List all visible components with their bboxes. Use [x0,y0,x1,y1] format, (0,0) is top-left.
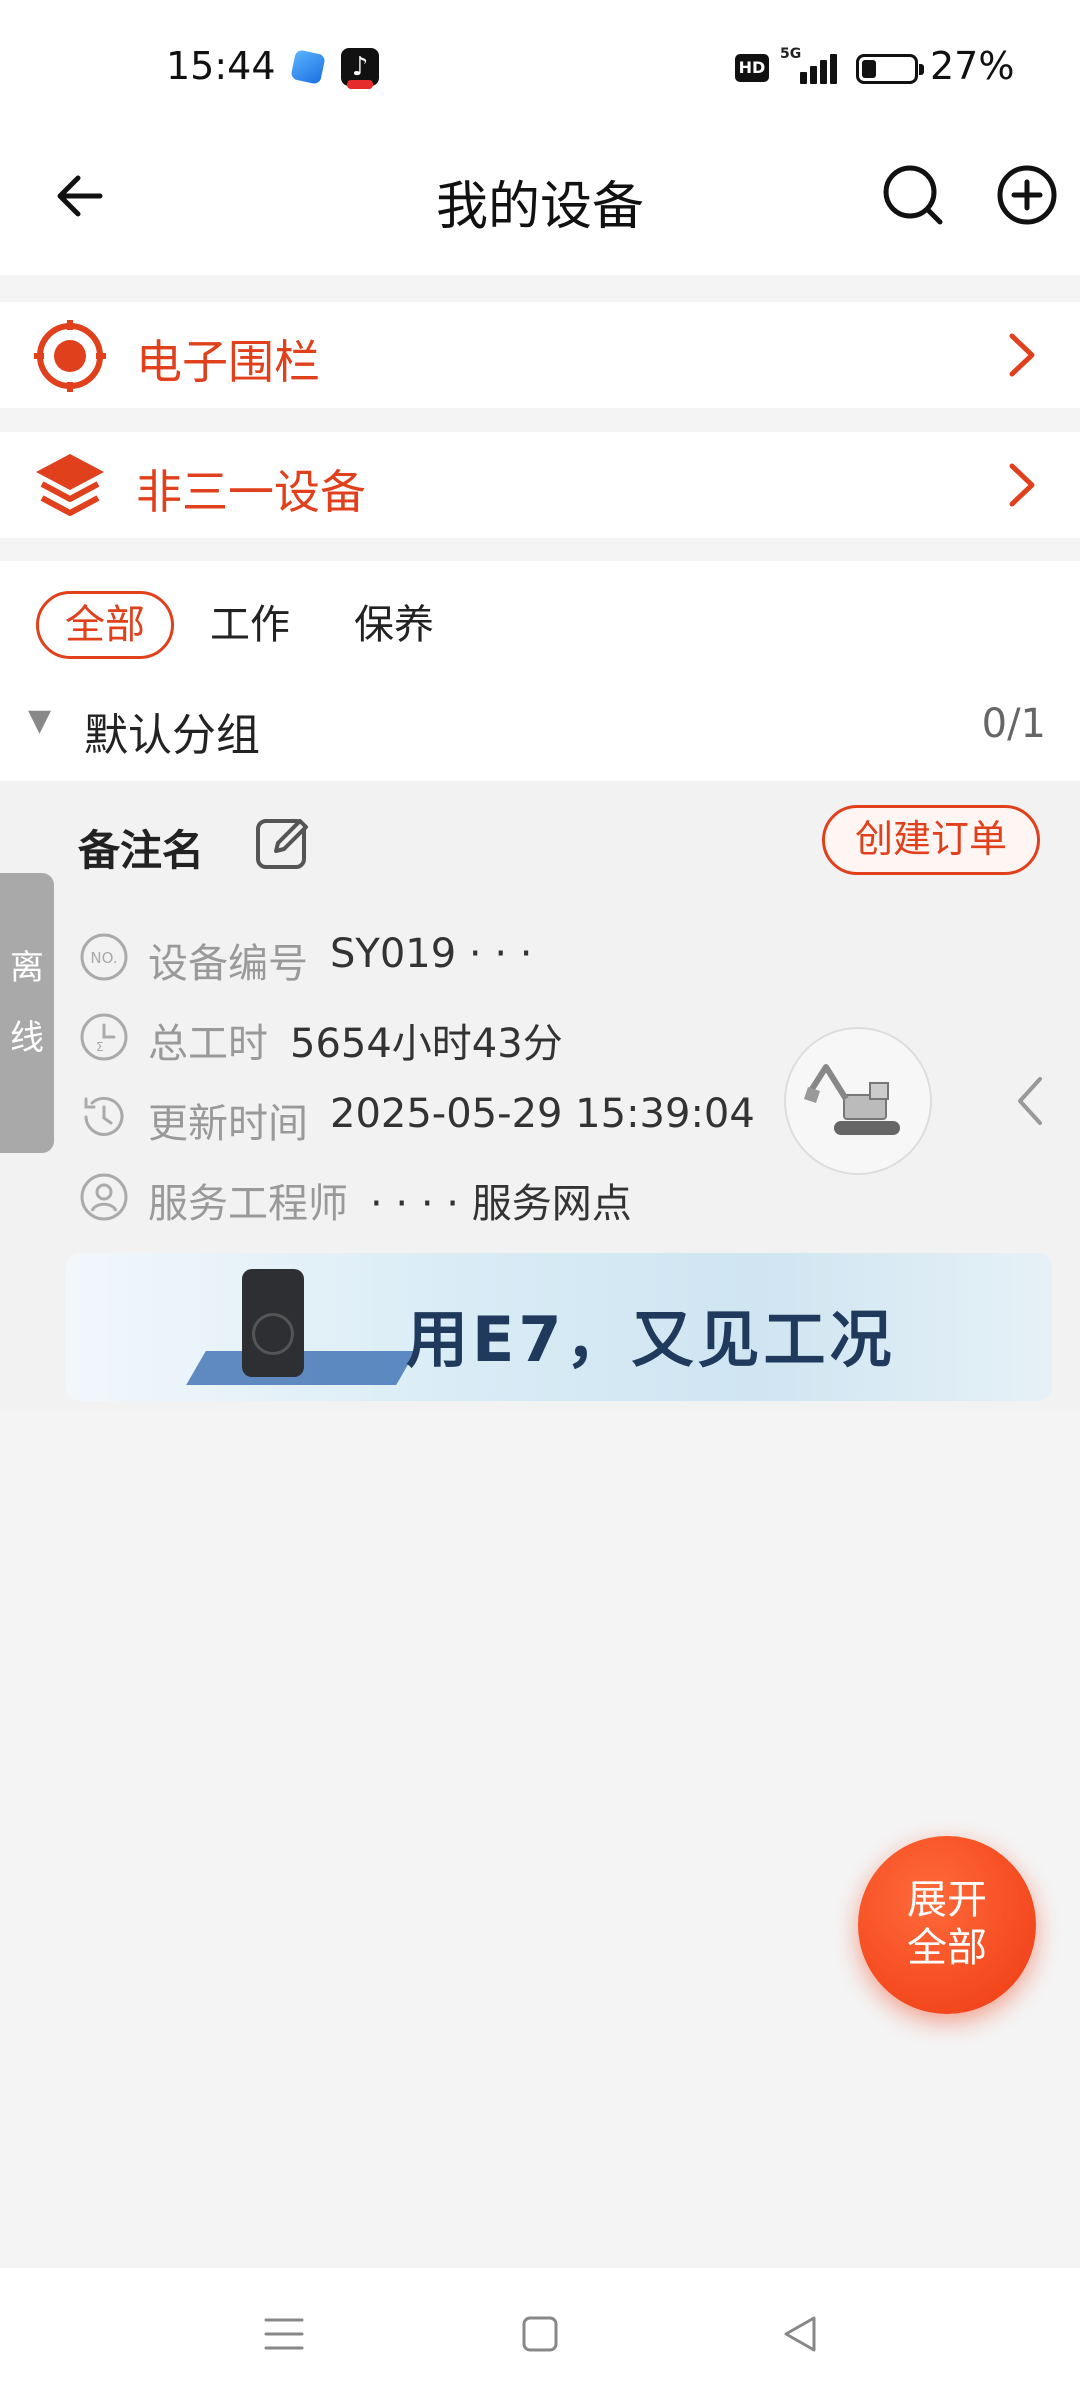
number-badge-icon: NO. [80,933,128,981]
tab-maintenance[interactable]: 保养 [354,591,434,659]
device-remark-name: 备注名 [78,826,205,875]
svg-text:Σ: Σ [96,1040,104,1054]
hd-indicator: HD [735,54,769,82]
device-card[interactable]: 备注名 创建订单 离线 NO. 设备编号 SY019 · · · Σ 总工时 5… [0,781,1080,1411]
field-key: 更新时间 [148,1101,308,1147]
e7-device-image [242,1269,304,1377]
create-order-button[interactable]: 创建订单 [822,805,1040,875]
edit-icon[interactable] [252,811,314,873]
field-value: · · · · 服务网点 [370,1181,632,1227]
info-row-update-time: 更新时间 2025-05-29 15:39:04 [78,1087,778,1147]
search-icon[interactable] [878,160,948,230]
geofence-target-icon [34,320,106,392]
fab-line1: 展开 [907,1877,987,1923]
battery-percent: 27% [930,44,1015,88]
offline-status-label: 离线 [10,948,44,1058]
back-triangle-icon[interactable] [774,2308,826,2360]
field-value: 5654小时43分 [290,1021,563,1067]
status-bar: 15:44 ♪ HD 5G 27% [0,0,1080,130]
fab-line2: 全部 [907,1925,987,1971]
chevron-left-icon[interactable] [1010,1071,1050,1131]
tab-working[interactable]: 工作 [210,591,290,659]
tiktok-notification-icon: ♪ [341,48,379,89]
clock-icon [84,1096,124,1136]
excavator-icon [784,1027,932,1175]
battery-icon [856,54,924,84]
field-key: 设备编号 [148,941,308,987]
collapse-triangle-icon: ▼ [28,703,52,738]
tab-all[interactable]: 全部 [36,591,174,659]
expand-all-button[interactable]: 展开 全部 [858,1836,1036,2014]
info-row-device-number: NO. 设备编号 SY019 · · · [78,927,678,987]
info-row-service-engineer: 服务工程师 · · · · 服务网点 [78,1167,778,1227]
group-name: 默认分组 [84,710,260,761]
filter-tabs: 全部 工作 保养 [0,561,1080,681]
chevron-right-icon [1009,463,1035,507]
field-key: 服务工程师 [148,1181,348,1227]
layers-icon [36,454,104,516]
menu-row-geofence[interactable]: 电子围栏 [0,302,1080,408]
status-time: 15:44 [166,44,276,88]
signal-icon [790,50,840,84]
work-hours-icon: Σ [80,1013,128,1061]
app-header: 我的设备 [0,130,1080,275]
promo-banner[interactable]: 用E7，又见工况 [66,1253,1052,1401]
banner-text: 用E7，又见工况 [406,1303,896,1376]
offline-status-badge: 离线 [0,873,54,1153]
info-row-total-hours: Σ 总工时 5654小时43分 [78,1007,678,1067]
chevron-right-icon [1009,333,1035,377]
group-header-default[interactable]: ▼ 默认分组 0/1 [0,681,1080,781]
user-icon [80,1173,128,1221]
field-value: 2025-05-29 15:39:04 [330,1091,755,1137]
field-value: SY019 · · · [330,931,533,977]
menu-label: 非三一设备 [136,465,366,519]
menu-row-non-sany-devices[interactable]: 非三一设备 [0,432,1080,538]
app-notification-icon [290,49,326,85]
field-key: 总工时 [148,1021,268,1067]
system-nav-bar [0,2268,1080,2400]
add-device-icon[interactable] [992,160,1062,230]
home-square-icon[interactable] [514,2308,566,2360]
menu-label: 电子围栏 [136,335,320,389]
svg-text:NO.: NO. [90,949,117,967]
group-count: 0/1 [981,701,1046,747]
menu-icon[interactable] [258,2308,310,2360]
